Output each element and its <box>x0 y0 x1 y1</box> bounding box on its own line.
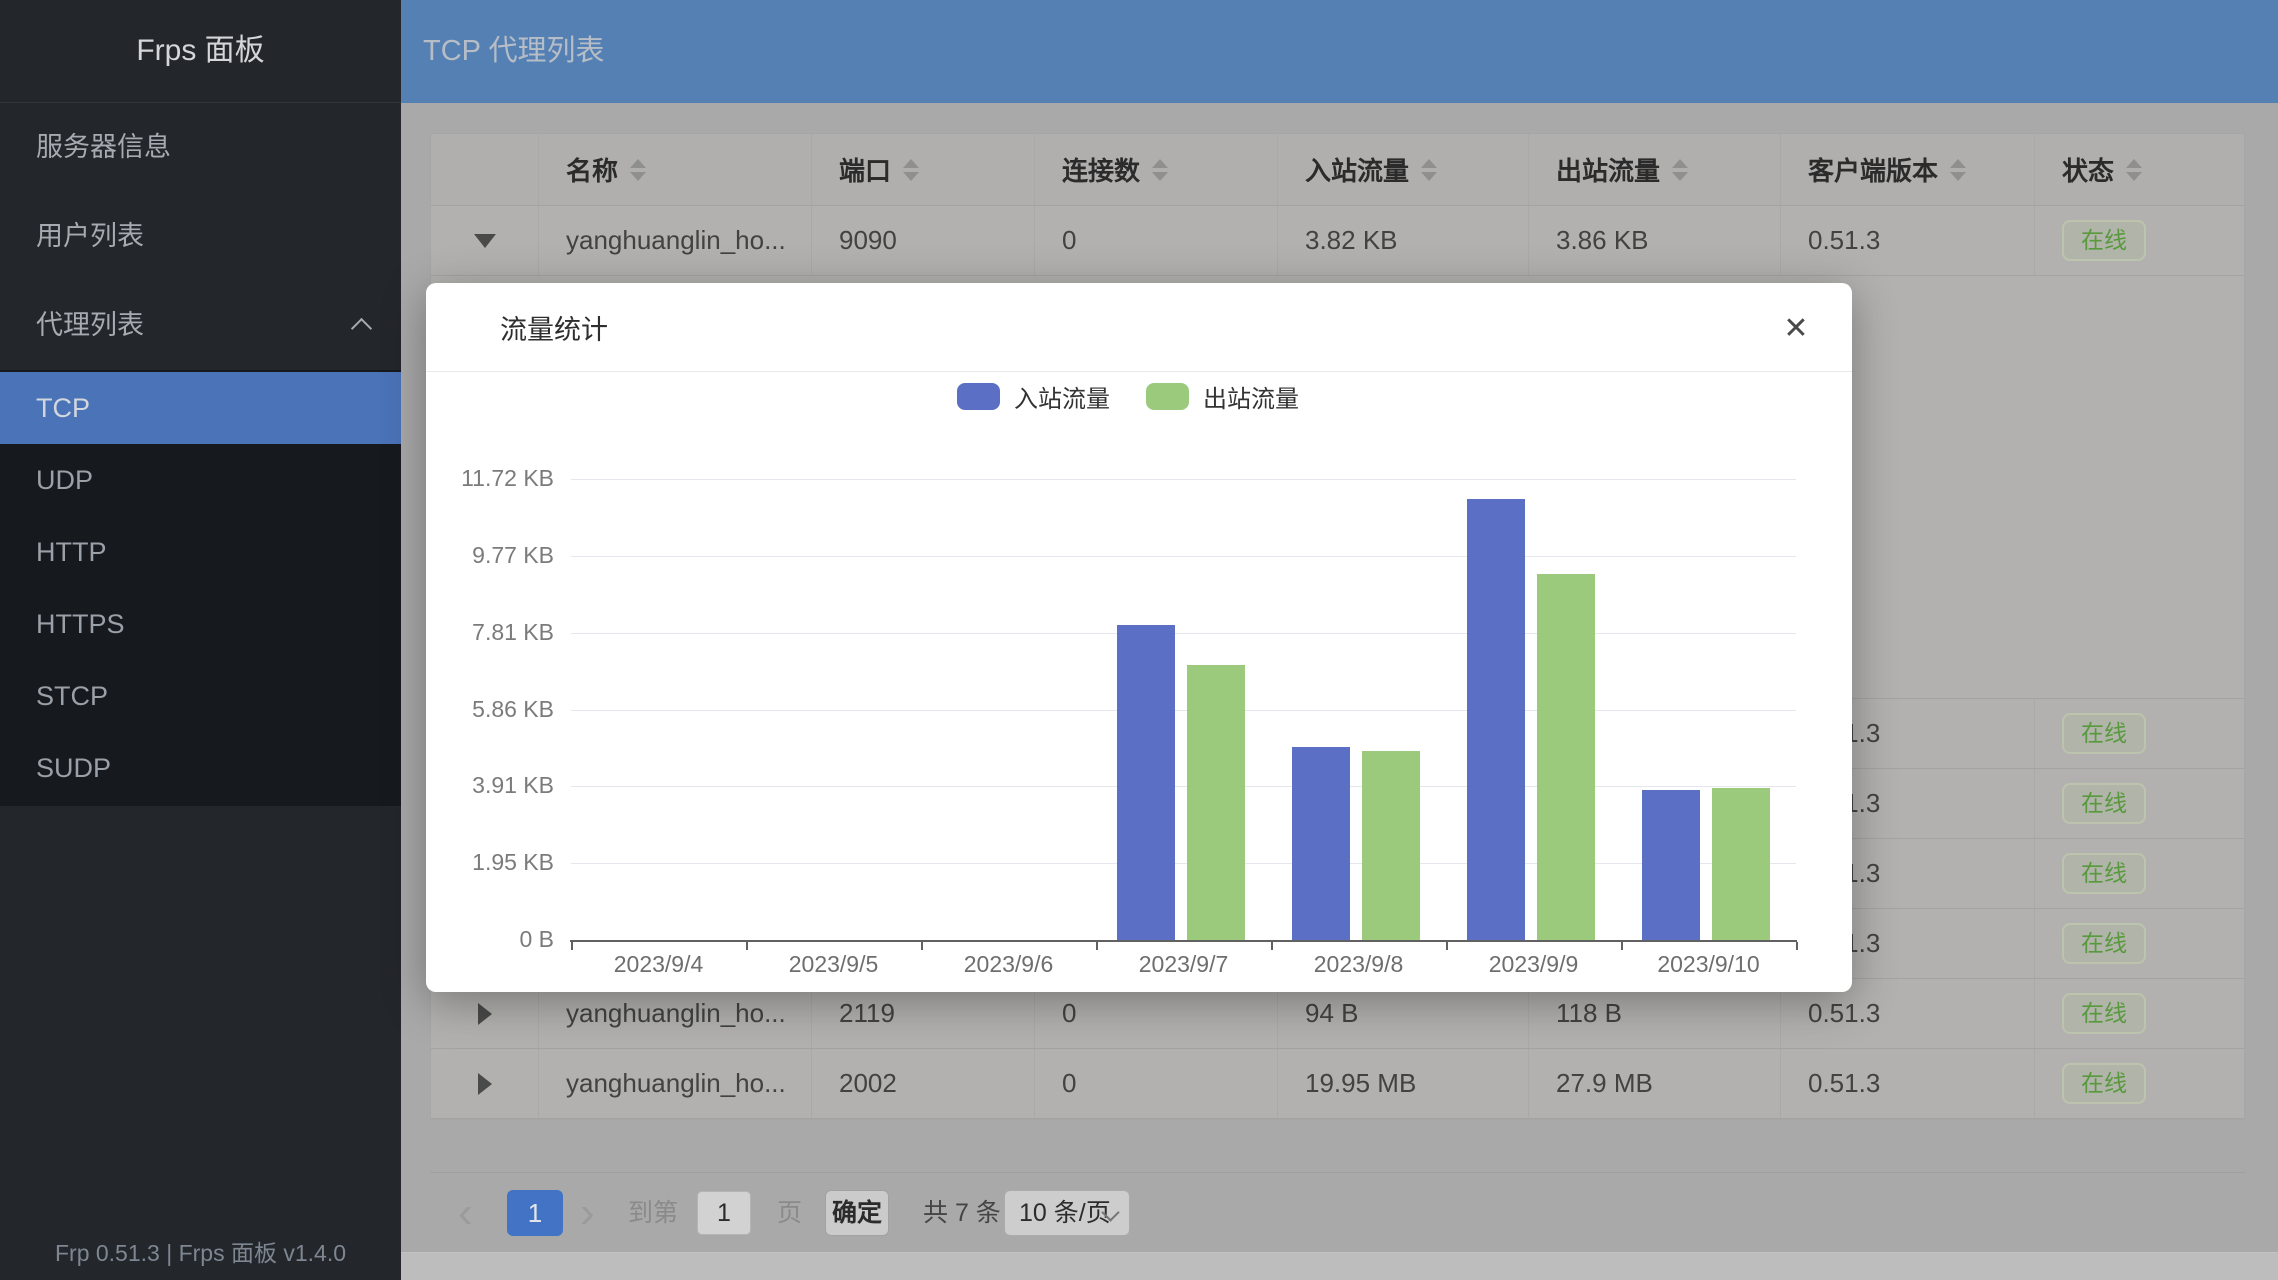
x-axis-category-label: 2023/9/8 <box>1271 951 1447 978</box>
gridline <box>571 710 1796 711</box>
sidebar-item-3[interactable]: 代理列表 <box>0 281 401 370</box>
gridline <box>571 786 1796 787</box>
gridline <box>571 556 1796 557</box>
bar-出站流量-2023/9/10[interactable] <box>1712 788 1770 940</box>
bar-入站流量-2023/9/7[interactable] <box>1117 625 1175 940</box>
sidebar-item-https[interactable]: HTTPS <box>0 588 401 660</box>
x-axis-line <box>570 940 1797 942</box>
y-axis-tick-label: 0 B <box>434 926 554 953</box>
x-axis-category-label: 2023/9/9 <box>1446 951 1622 978</box>
frps-dashboard-screen: TCP 代理列表 Frps 面板 服务器信息用户列表代理列表TCPUDPHTTP… <box>0 0 2278 1280</box>
bar-出站流量-2023/9/9[interactable] <box>1537 574 1595 940</box>
x-axis-tick <box>1096 942 1098 950</box>
sidebar-item-sudp[interactable]: SUDP <box>0 732 401 804</box>
bar-出站流量-2023/9/8[interactable] <box>1362 751 1420 940</box>
x-axis-tick <box>746 942 748 950</box>
sidebar-item-stcp[interactable]: STCP <box>0 660 401 732</box>
y-axis-tick-label: 3.91 KB <box>434 772 554 799</box>
sidebar-item-udp[interactable]: UDP <box>0 444 401 516</box>
x-axis-tick <box>921 942 923 950</box>
sidebar: Frps 面板 服务器信息用户列表代理列表TCPUDPHTTPHTTPSSTCP… <box>0 0 401 1280</box>
traffic-stats-dialog: 流量统计 ✕ 入站流量出站流量 11.72 KB9.77 KB7.81 KB5.… <box>426 283 1852 992</box>
sidebar-item-tcp[interactable]: TCP <box>0 372 401 444</box>
gridline <box>571 479 1796 480</box>
x-axis-tick <box>1796 942 1798 950</box>
sidebar-menu: 服务器信息用户列表代理列表TCPUDPHTTPHTTPSSTCPSUDP <box>0 103 401 806</box>
x-axis-tick <box>1621 942 1623 950</box>
x-axis-category-label: 2023/9/7 <box>1096 951 1272 978</box>
y-axis-tick-label: 9.77 KB <box>434 542 554 569</box>
y-axis-tick-label: 5.86 KB <box>434 696 554 723</box>
y-axis-tick-label: 1.95 KB <box>434 849 554 876</box>
y-axis-tick-label: 11.72 KB <box>434 465 554 492</box>
bar-出站流量-2023/9/7[interactable] <box>1187 665 1245 940</box>
page-title: TCP 代理列表 <box>423 0 2278 103</box>
x-axis-category-label: 2023/9/5 <box>746 951 922 978</box>
x-axis-tick <box>571 942 573 950</box>
y-axis-tick-label: 7.81 KB <box>434 619 554 646</box>
sidebar-item-2[interactable]: 用户列表 <box>0 192 401 281</box>
x-axis-category-label: 2023/9/10 <box>1621 951 1797 978</box>
app-title: Frps 面板 <box>0 0 401 103</box>
proxy-type-submenu: TCPUDPHTTPHTTPSSTCPSUDP <box>0 370 401 806</box>
gridline <box>571 633 1796 634</box>
bar-入站流量-2023/9/8[interactable] <box>1292 747 1350 940</box>
x-axis-tick <box>1446 942 1448 950</box>
bar-入站流量-2023/9/9[interactable] <box>1467 499 1525 940</box>
sidebar-footer-version: Frp 0.51.3 | Frps 面板 v1.4.0 <box>0 1234 401 1268</box>
gridline <box>571 863 1796 864</box>
sidebar-item-http[interactable]: HTTP <box>0 516 401 588</box>
x-axis-category-label: 2023/9/4 <box>571 951 747 978</box>
bar-入站流量-2023/9/10[interactable] <box>1642 790 1700 940</box>
chevron-up-icon <box>351 318 372 339</box>
page-header: TCP 代理列表 <box>401 0 2278 103</box>
x-axis-category-label: 2023/9/6 <box>921 951 1097 978</box>
sidebar-item-1[interactable]: 服务器信息 <box>0 103 401 192</box>
traffic-bar-chart: 11.72 KB 9.77 KB 7.81 KB 5.86 KB 3.91 KB 1.95… <box>426 283 1852 992</box>
x-axis-tick <box>1271 942 1273 950</box>
